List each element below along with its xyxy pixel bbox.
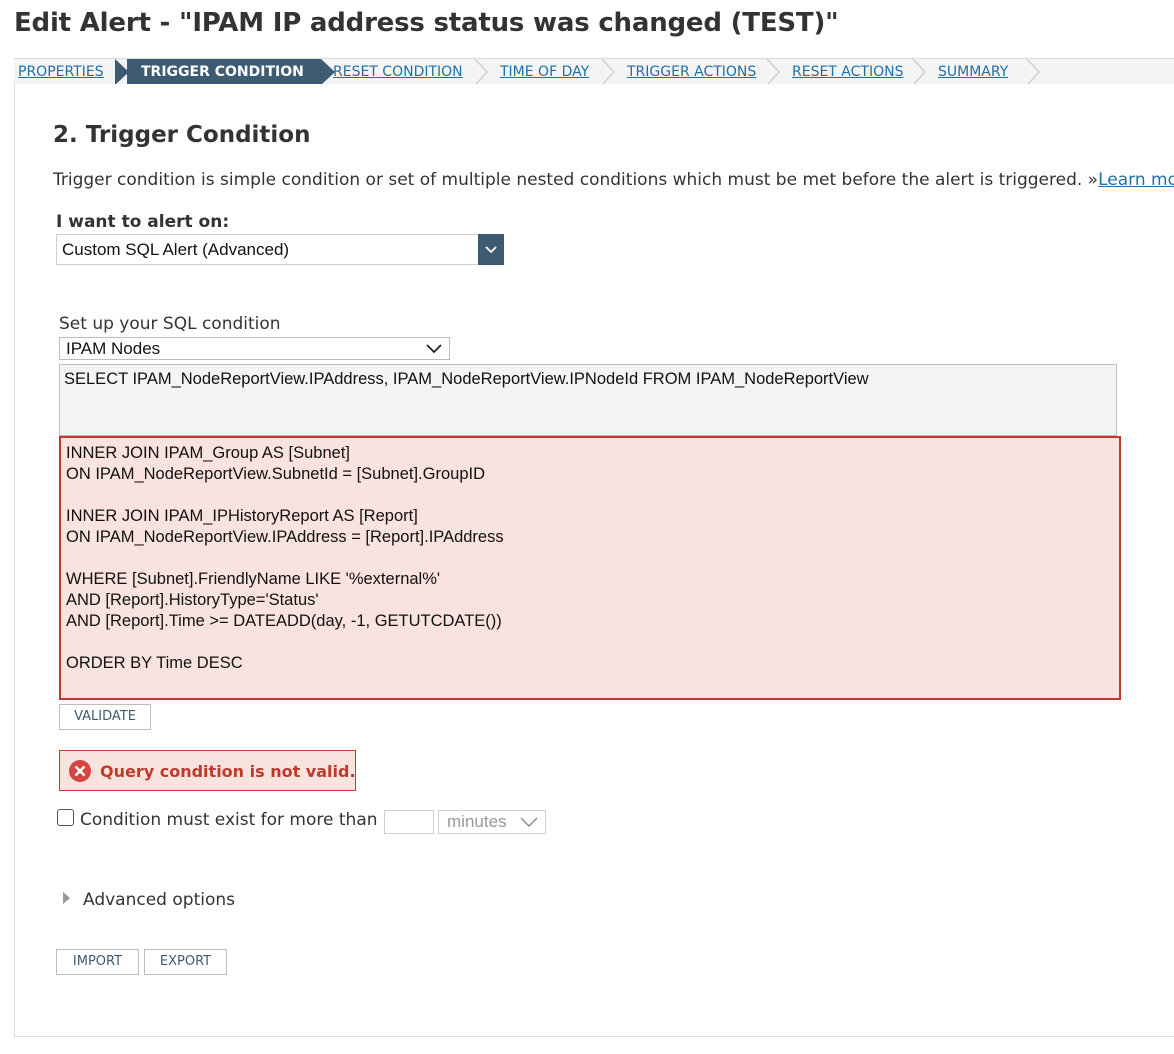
step-reset-condition[interactable]: RESET CONDITION: [333, 59, 463, 85]
chevron-down-icon: [520, 817, 538, 827]
sql-line: AND [Report].Time >= DATEADD(day, -1, GE…: [66, 612, 502, 630]
sql-line: INNER JOIN IPAM_IPHistoryReport AS [Repo…: [66, 507, 418, 525]
alert-on-dropdown-button[interactable]: [478, 234, 504, 265]
condition-duration-label: Condition must exist for more than: [80, 810, 378, 830]
section-heading: 2. Trigger Condition: [53, 122, 311, 148]
wizard-steps: PROPERTIES TRIGGER CONDITION RESET CONDI…: [14, 58, 1174, 86]
export-button[interactable]: EXPORT: [144, 949, 227, 975]
step-trigger-actions-link[interactable]: TRIGGER ACTIONS: [627, 64, 756, 80]
step-separator-icon: [474, 59, 488, 85]
sql-line: AND [Report].HistoryType='Status': [66, 591, 319, 609]
sql-condition-label: Set up your SQL condition: [59, 314, 281, 334]
step-summary[interactable]: SUMMARY: [938, 59, 1008, 85]
step-time-of-day-link[interactable]: TIME OF DAY: [500, 64, 589, 80]
duration-unit-select[interactable]: minutes: [438, 810, 546, 834]
step-trigger-condition-label: TRIGGER CONDITION: [141, 64, 304, 80]
step-reset-actions[interactable]: RESET ACTIONS: [792, 59, 903, 85]
section-description-text: Trigger condition is simple condition or…: [53, 170, 1099, 190]
duration-unit-value: minutes: [447, 812, 507, 831]
step-properties[interactable]: PROPERTIES: [18, 59, 104, 85]
import-button[interactable]: IMPORT: [56, 949, 139, 975]
step-separator-icon: [601, 59, 615, 85]
sql-line: ORDER BY Time DESC: [66, 654, 243, 672]
chevron-down-icon: [485, 246, 497, 254]
validate-button[interactable]: VALIDATE: [59, 704, 151, 730]
alert-on-select[interactable]: Custom SQL Alert (Advanced): [56, 234, 504, 265]
sql-line: WHERE [Subnet].FriendlyName LIKE '%exter…: [66, 570, 441, 588]
step-time-of-day[interactable]: TIME OF DAY: [500, 59, 589, 85]
step-separator-icon: [1026, 59, 1040, 85]
step-trigger-condition[interactable]: TRIGGER CONDITION: [127, 59, 321, 85]
validation-error: Query condition is not valid.: [59, 750, 356, 791]
page-title: Edit Alert - "IPAM IP address status was…: [14, 8, 839, 38]
section-description: Trigger condition is simple condition or…: [53, 170, 1174, 190]
sql-source-select[interactable]: IPAM Nodes: [59, 337, 450, 360]
step-reset-condition-link[interactable]: RESET CONDITION: [333, 64, 463, 80]
sql-source-value: IPAM Nodes: [66, 339, 161, 358]
error-icon: [69, 760, 91, 782]
step-reset-actions-link[interactable]: RESET ACTIONS: [792, 64, 903, 80]
condition-duration-checkbox[interactable]: [57, 809, 74, 826]
condition-duration-input[interactable]: [384, 810, 434, 834]
alert-on-label: I want to alert on:: [56, 212, 230, 232]
expand-triangle-icon: [63, 892, 70, 904]
learn-more-link[interactable]: Learn more: [1098, 170, 1174, 190]
sql-line: ON IPAM_NodeReportView.SubnetId = [Subne…: [66, 465, 486, 483]
chevron-down-icon: [426, 344, 442, 354]
advanced-options-toggle[interactable]: Advanced options: [63, 890, 235, 910]
alert-on-value: Custom SQL Alert (Advanced): [62, 240, 290, 259]
step-trigger-actions[interactable]: TRIGGER ACTIONS: [627, 59, 756, 85]
sql-line: ON IPAM_NodeReportView.IPAddress = [Repo…: [66, 528, 504, 546]
step-separator-icon: [912, 59, 926, 85]
sql-select-statement[interactable]: SELECT IPAM_NodeReportView.IPAddress, IP…: [59, 364, 1117, 436]
sql-condition-textarea[interactable]: INNER JOIN IPAM_Group AS [Subnet] ON IPA…: [59, 436, 1121, 700]
step-properties-link[interactable]: PROPERTIES: [18, 64, 104, 80]
step-separator-icon: [766, 59, 780, 85]
sql-line: INNER JOIN IPAM_Group AS [Subnet]: [66, 444, 350, 462]
step-summary-link[interactable]: SUMMARY: [938, 64, 1008, 80]
validation-error-text: Query condition is not valid.: [100, 762, 356, 781]
sql-select-text: SELECT IPAM_NodeReportView.IPAddress, IP…: [64, 370, 869, 388]
advanced-options-label: Advanced options: [83, 890, 235, 910]
